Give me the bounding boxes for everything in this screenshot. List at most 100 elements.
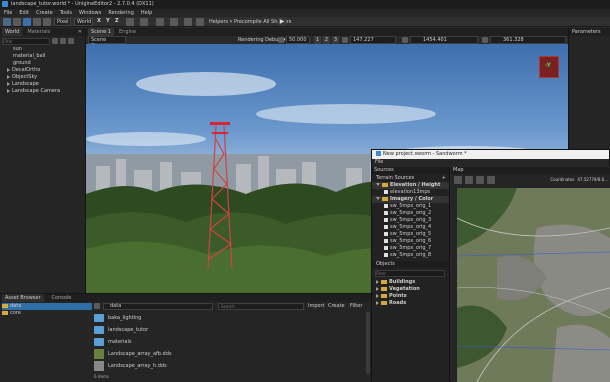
new-icon[interactable] bbox=[3, 18, 11, 26]
menu-windows[interactable]: Windows bbox=[79, 10, 101, 16]
zoom-out-icon[interactable] bbox=[487, 175, 495, 184]
checkbox[interactable] bbox=[384, 224, 388, 229]
checkbox[interactable] bbox=[384, 217, 388, 222]
expand-arrow-icon[interactable] bbox=[7, 74, 10, 79]
tab-console[interactable]: Console bbox=[46, 294, 78, 302]
imagery-file[interactable]: sw_5mpx_orig_1 bbox=[372, 203, 449, 210]
tree-item-landscape-camera[interactable]: Landscape Camera bbox=[3, 88, 85, 95]
preset-2-button[interactable]: 2 bbox=[323, 36, 330, 44]
menu-rendering[interactable]: Rendering bbox=[108, 10, 134, 16]
asset-item[interactable]: landscape_tutor bbox=[94, 324, 364, 336]
tab-world[interactable]: World bbox=[2, 28, 23, 36]
imagery-file[interactable]: sw_5mpx_orig_6 bbox=[372, 238, 449, 245]
light-icon[interactable] bbox=[170, 18, 178, 26]
checkbox[interactable] bbox=[384, 203, 388, 208]
asset-search-input[interactable] bbox=[218, 303, 304, 310]
collapse-icon[interactable] bbox=[68, 38, 74, 44]
object-buildings[interactable]: Buildings bbox=[372, 279, 449, 286]
imagery-file[interactable]: sw_5mpx_orig_5 bbox=[372, 231, 449, 238]
speed-field[interactable]: 50.000 bbox=[286, 36, 310, 44]
tree-item-sky[interactable]: ObjectSky bbox=[3, 74, 85, 81]
move-icon[interactable] bbox=[23, 18, 31, 26]
cursor-icon[interactable] bbox=[184, 18, 192, 26]
preset-3-button[interactable]: 3 bbox=[332, 36, 339, 44]
expand-arrow-icon[interactable] bbox=[376, 293, 379, 298]
menu-edit[interactable]: Edit bbox=[19, 10, 29, 16]
expand-arrow-icon[interactable] bbox=[376, 197, 380, 200]
checkbox[interactable] bbox=[384, 252, 388, 257]
camera-select[interactable]: Scene Camera▾ bbox=[88, 36, 126, 49]
wire-icon[interactable] bbox=[196, 18, 204, 26]
add-icon[interactable]: + bbox=[442, 174, 446, 182]
axis-y-button[interactable]: Y bbox=[106, 18, 110, 24]
imagery-file[interactable]: sw_5mpx_orig_4 bbox=[372, 224, 449, 231]
tree-item-decal[interactable]: DecalOrtho bbox=[3, 67, 85, 74]
asset-item[interactable]: Landscape_array_h.dds bbox=[94, 360, 364, 372]
space-select[interactable]: Pixel bbox=[54, 18, 71, 26]
coord-select[interactable]: World bbox=[74, 18, 93, 26]
asset-item[interactable]: materials bbox=[94, 336, 364, 348]
coord2-field[interactable]: 361.328 bbox=[490, 36, 566, 44]
tree-item-ground[interactable]: ground bbox=[3, 60, 85, 67]
menu-tools[interactable]: Tools bbox=[60, 10, 72, 16]
menu-file[interactable]: File bbox=[4, 10, 12, 16]
asset-item[interactable]: Landscape_array_afb.dds bbox=[94, 348, 364, 360]
asset-item[interactable]: baka_lighting bbox=[94, 312, 364, 324]
close-icon[interactable]: ✕ bbox=[78, 28, 82, 36]
tab-asset-browser[interactable]: Asset Browser bbox=[2, 294, 44, 302]
map-view[interactable] bbox=[457, 188, 610, 382]
import-button[interactable]: Import bbox=[308, 303, 325, 310]
camera-icon[interactable] bbox=[156, 18, 164, 26]
fit-icon[interactable] bbox=[465, 175, 473, 184]
select-icon[interactable] bbox=[13, 18, 21, 26]
tree-item-landscape[interactable]: Landscape bbox=[3, 81, 85, 88]
filter-button[interactable]: Filter bbox=[350, 303, 362, 310]
rotate-icon[interactable] bbox=[33, 18, 41, 26]
sort-icon[interactable] bbox=[52, 38, 58, 44]
coord1-field[interactable]: 1454.401 bbox=[410, 36, 478, 44]
tab-materials[interactable]: Materials bbox=[24, 28, 53, 36]
expand-arrow-icon[interactable] bbox=[376, 286, 379, 291]
create-button[interactable]: Create bbox=[328, 303, 345, 310]
scale-icon[interactable] bbox=[43, 18, 51, 26]
tree-item-material-ball[interactable]: material_ball bbox=[3, 53, 85, 60]
objects-filter-input[interactable] bbox=[375, 270, 445, 277]
menu-help[interactable]: Help bbox=[141, 10, 152, 16]
back-icon[interactable] bbox=[94, 303, 100, 309]
asset-path[interactable]: data bbox=[103, 303, 213, 310]
asset-tree-data[interactable]: data bbox=[2, 303, 92, 310]
expand-arrow-icon[interactable] bbox=[7, 81, 10, 86]
menu-create[interactable]: Create bbox=[36, 10, 53, 16]
zoom-in-icon[interactable] bbox=[476, 175, 484, 184]
checkbox[interactable] bbox=[384, 238, 388, 243]
object-roads[interactable]: Roads bbox=[372, 300, 449, 307]
imagery-file[interactable]: sw_5mpx_orig_3 bbox=[372, 217, 449, 224]
expand-icon[interactable] bbox=[60, 38, 66, 44]
tab-map[interactable]: Map bbox=[453, 167, 464, 173]
snap-icon[interactable] bbox=[126, 18, 134, 26]
preset-1-button[interactable]: 1 bbox=[314, 36, 321, 44]
expand-arrow-icon[interactable] bbox=[376, 183, 380, 186]
home-icon[interactable] bbox=[454, 175, 462, 184]
play-button[interactable]: ▶ bbox=[278, 18, 286, 26]
tab-sources[interactable]: Sources bbox=[374, 167, 394, 173]
asset-scrollbar[interactable] bbox=[366, 312, 370, 374]
sandworm-menu-file[interactable]: File bbox=[375, 159, 383, 165]
imagery-file[interactable]: sw_5mpx_orig_7 bbox=[372, 245, 449, 252]
tab-engine[interactable]: Engine bbox=[116, 28, 139, 36]
tree-item-sun[interactable]: sun bbox=[3, 46, 85, 53]
helpers-dropdown[interactable]: Helpers ▾ bbox=[209, 18, 232, 26]
asset-tree-core[interactable]: core bbox=[2, 310, 92, 317]
expand-arrow-icon[interactable] bbox=[7, 67, 10, 72]
axis-x-button[interactable]: X bbox=[97, 18, 101, 24]
angle-field[interactable]: 147.227 bbox=[350, 36, 396, 44]
object-vegetation[interactable]: Vegetation bbox=[372, 286, 449, 293]
expand-arrow-icon[interactable] bbox=[376, 300, 379, 305]
object-points[interactable]: Points bbox=[372, 293, 449, 300]
tab-scene[interactable]: Scene 1 bbox=[88, 28, 115, 36]
imagery-file[interactable]: sw_5mpx_orig_2 bbox=[372, 210, 449, 217]
elevation-group[interactable]: Elevation / Height bbox=[372, 182, 449, 189]
world-filter-input[interactable] bbox=[2, 37, 50, 45]
expand-arrow-icon[interactable] bbox=[7, 88, 10, 93]
checkbox[interactable] bbox=[384, 210, 388, 215]
